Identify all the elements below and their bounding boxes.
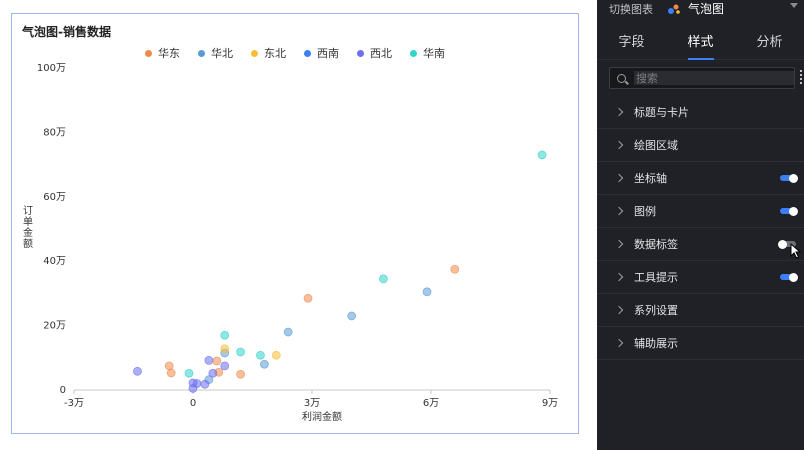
- x-tick-label: -3万: [64, 398, 84, 409]
- bubble-chart-icon: [667, 3, 681, 15]
- chevron-right-icon: [614, 305, 624, 315]
- chevron-down-icon[interactable]: [790, 3, 798, 8]
- x-axis-title: 利润金额: [302, 410, 342, 423]
- tab-analysis[interactable]: 分析: [735, 28, 804, 59]
- data-point: [204, 355, 214, 365]
- chevron-right-icon: [614, 338, 624, 348]
- style-sections: 标题与卡片绘图区域坐标轴图例数据标签工具提示系列设置辅助展示: [597, 96, 804, 360]
- section-row[interactable]: 标题与卡片: [597, 96, 804, 129]
- data-point: [220, 344, 230, 354]
- mouse-cursor-icon: [790, 243, 802, 259]
- chevron-right-icon: [614, 206, 624, 216]
- data-point: [450, 264, 460, 274]
- data-point: [378, 274, 388, 284]
- section-row[interactable]: 工具提示: [597, 261, 804, 294]
- data-point: [236, 347, 246, 357]
- section-label: 辅助展示: [634, 337, 678, 350]
- data-point: [303, 293, 313, 303]
- data-point: [271, 350, 281, 360]
- y-axis-title: 单: [23, 216, 33, 228]
- data-point: [220, 330, 230, 340]
- y-tick-label: 20万: [43, 321, 66, 332]
- section-row[interactable]: 图例: [597, 195, 804, 228]
- section-row[interactable]: 数据标签: [597, 228, 804, 261]
- chevron-right-icon: [614, 272, 624, 282]
- section-label: 标题与卡片: [634, 106, 689, 119]
- settings-panel: 切换图表 气泡图 字段 样式 分析 标题与卡片绘图区域坐标轴图例数据标签工具提示…: [597, 0, 804, 450]
- tab-fields[interactable]: 字段: [597, 28, 666, 59]
- x-tick-label: 9万: [542, 398, 558, 409]
- tab-style[interactable]: 样式: [666, 28, 735, 60]
- current-chart-name: 气泡图: [688, 2, 725, 16]
- section-label: 坐标轴: [634, 172, 667, 185]
- section-label: 图例: [634, 205, 656, 218]
- data-point: [347, 311, 357, 321]
- data-point: [133, 366, 142, 376]
- x-tick-label: 0: [190, 398, 196, 409]
- section-row[interactable]: 系列设置: [597, 294, 804, 327]
- search-box: [609, 67, 795, 89]
- search-icon: [617, 73, 626, 83]
- panel-tabs: 字段 样式 分析: [597, 28, 804, 60]
- section-toggle[interactable]: [780, 173, 798, 183]
- y-tick-label: 0: [60, 385, 66, 396]
- more-options-icon[interactable]: [800, 70, 802, 84]
- x-tick-label: 6万: [423, 398, 439, 409]
- data-point: [236, 369, 246, 379]
- chart-switcher[interactable]: 切换图表 气泡图: [597, 0, 804, 17]
- section-toggle[interactable]: [780, 272, 798, 282]
- toggle-knob: [789, 206, 798, 216]
- data-point: [192, 379, 202, 388]
- toggle-knob: [789, 272, 798, 282]
- scatter-plot: 0 20万 40万 60万 80万 100万 -3万 0 3万 6万 9万利润金额 订单金额: [23, 63, 558, 423]
- toggle-knob: [778, 239, 787, 249]
- data-point: [166, 368, 176, 378]
- y-axis-title: 金: [23, 226, 33, 239]
- x-tick-label: 3万: [304, 398, 320, 409]
- data-point: [220, 361, 230, 371]
- data-point: [256, 350, 265, 360]
- section-label: 数据标签: [634, 238, 678, 251]
- switch-chart-label: 切换图表: [609, 2, 653, 16]
- y-tick-label: 60万: [43, 192, 66, 203]
- data-point: [422, 287, 432, 297]
- data-point: [212, 356, 222, 366]
- chevron-right-icon: [614, 239, 624, 249]
- y-tick-label: 80万: [43, 127, 66, 138]
- search-input[interactable]: [634, 71, 794, 85]
- y-axis-title: 额: [23, 237, 33, 250]
- chart-canvas: 气泡图-销售数据 华东 华北 东北 西南 西北 华南 0 20万 40万 60万 80万 100万 -…: [0, 0, 597, 450]
- chevron-right-icon: [614, 173, 624, 183]
- data-point: [283, 327, 293, 337]
- data-point: [184, 368, 194, 378]
- section-label: 系列设置: [634, 304, 678, 317]
- data-point: [200, 379, 210, 389]
- chart-card[interactable]: 气泡图-销售数据 华东 华北 东北 西南 西北 华南 0 20万 40万 60万 80万 100万 -…: [11, 13, 579, 434]
- section-row[interactable]: 辅助展示: [597, 327, 804, 360]
- section-label: 绘图区域: [634, 139, 678, 152]
- chevron-right-icon: [614, 107, 624, 117]
- data-point: [537, 150, 547, 160]
- data-point: [259, 359, 269, 369]
- y-axis-title: 订: [23, 205, 33, 217]
- section-row[interactable]: 绘图区域: [597, 129, 804, 162]
- section-toggle[interactable]: [780, 206, 798, 216]
- section-row[interactable]: 坐标轴: [597, 162, 804, 195]
- section-label: 工具提示: [634, 271, 678, 284]
- toggle-knob: [789, 173, 798, 183]
- data-point: [208, 368, 218, 378]
- y-tick-label: 40万: [43, 256, 66, 267]
- chevron-right-icon: [614, 140, 624, 150]
- y-tick-label: 100万: [37, 63, 66, 74]
